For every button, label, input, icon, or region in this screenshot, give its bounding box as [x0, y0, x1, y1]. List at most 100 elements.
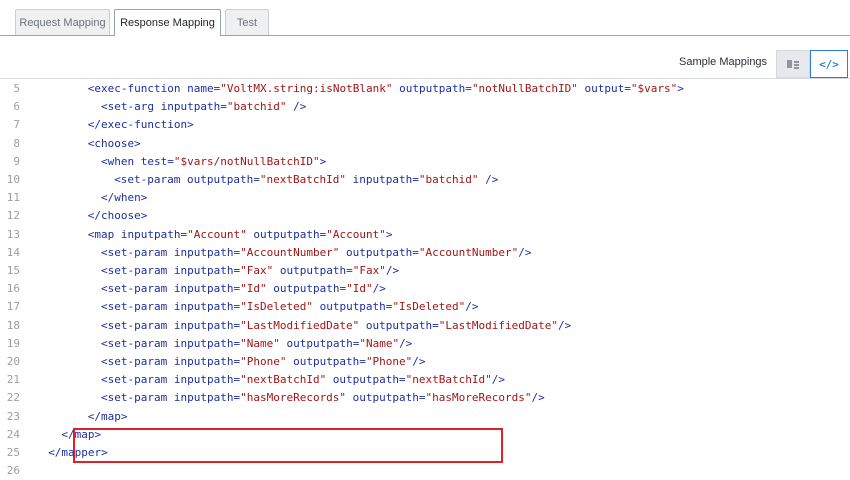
- code-text: </mapper>: [48, 444, 108, 462]
- code-line: 7 </exec-function>: [0, 116, 850, 134]
- code-token: "batchid": [418, 173, 479, 186]
- code-text: <set-param inputpath="nextBatchId" outpu…: [101, 371, 505, 389]
- code-token: outputpath=: [312, 300, 393, 314]
- code-token: "AccountNumber": [240, 245, 340, 259]
- code-token: inputpath=: [120, 227, 188, 241]
- code-token: name=: [187, 82, 221, 95]
- code-text: </choose>: [88, 207, 148, 225]
- code-token: inputpath=: [173, 355, 241, 368]
- code-line: 6 <set-arg inputpath="batchid" />: [0, 98, 850, 116]
- line-number: 14: [6, 245, 20, 259]
- code-token: "Name": [240, 336, 280, 350]
- line-number: 20: [6, 355, 20, 368]
- line-number: 13: [6, 227, 20, 241]
- mapping-tabs: Request Mapping Response Mapping Test: [0, 0, 850, 36]
- code-line: 23 </map>: [0, 408, 850, 426]
- code-line: 18 <set-param inputpath="LastModifiedDate…: [0, 317, 850, 335]
- code-token: <map: [87, 227, 121, 241]
- code-token: "Account": [187, 227, 247, 241]
- code-line: 20 <set-param inputpath="Phone" outputpat…: [0, 353, 850, 371]
- code-token: inputpath=: [173, 300, 241, 314]
- code-token: <set-param: [114, 173, 188, 186]
- code-token: "Phone": [240, 355, 287, 368]
- code-token: "batchid": [226, 100, 287, 114]
- code-text: <set-param inputpath="LastModifiedDate" …: [101, 317, 571, 335]
- tab-request-mapping[interactable]: Request Mapping: [15, 9, 110, 35]
- code-token: />: [385, 264, 400, 277]
- code-token: inputpath=: [346, 173, 419, 186]
- code-token: <set-param: [101, 318, 174, 332]
- code-text: <set-param inputpath="Name" outputpath="…: [101, 335, 412, 353]
- tab-response-mapping[interactable]: Response Mapping: [114, 9, 221, 36]
- tab-test[interactable]: Test: [225, 9, 269, 35]
- code-token: </map>: [87, 409, 128, 423]
- sample-mappings-link[interactable]: Sample Mappings: [679, 56, 767, 68]
- code-token: </choose>: [87, 209, 148, 223]
- code-token: />: [372, 282, 386, 296]
- line-number: 6: [13, 100, 20, 114]
- code-line: 8 <choose>: [0, 135, 850, 153]
- code-text: <set-param inputpath="AccountNumber" out…: [101, 244, 532, 262]
- code-token: "VoltMX.string:isNotBlank": [220, 82, 393, 95]
- code-token: </exec-function>: [87, 118, 194, 132]
- code-token: "notNullBatchID": [471, 82, 578, 95]
- code-token: outputpath=: [279, 336, 360, 350]
- code-token: "Fax": [240, 264, 274, 277]
- code-line: 24 </map>: [0, 426, 850, 444]
- code-text: <set-param inputpath="Phone" outputpath=…: [101, 353, 426, 371]
- code-token: "Account": [326, 227, 386, 241]
- code-token: "Id": [346, 282, 373, 296]
- code-token: "AccountNumber": [418, 245, 519, 259]
- line-number: 18: [6, 318, 20, 332]
- code-line: 12 </choose>: [0, 207, 850, 225]
- code-token: <set-param: [101, 264, 174, 277]
- code-line: 22 <set-param inputpath="hasMoreRecords" …: [0, 389, 850, 407]
- code-text: </map>: [88, 408, 128, 426]
- code-token: />: [491, 373, 506, 387]
- code-token: <set-param: [101, 391, 174, 405]
- code-token: outputpath=: [286, 355, 366, 368]
- line-number: 9: [13, 154, 20, 168]
- list-view-icon: [787, 59, 799, 69]
- code-token: outputpath=: [339, 245, 419, 259]
- code-token: <set-arg: [101, 100, 161, 114]
- code-token: inputpath=: [173, 245, 241, 259]
- code-token: <set-param: [101, 355, 174, 368]
- code-token: "Phone": [365, 355, 413, 368]
- code-text: <choose>: [88, 135, 141, 153]
- code-token: outputpath=: [187, 173, 260, 186]
- code-text: <set-param inputpath="Fax" outputpath="F…: [101, 262, 399, 280]
- code-text: </map>: [61, 426, 101, 444]
- code-token: "LastModifiedDate": [240, 318, 360, 332]
- code-token: outputpath=: [266, 282, 347, 296]
- code-text: <map inputpath="Account" outputpath="Acc…: [88, 226, 393, 244]
- code-token: />: [478, 173, 499, 186]
- code-token: inputpath=: [160, 100, 227, 114]
- code-token: "IsDeleted": [240, 300, 313, 314]
- list-view-button[interactable]: [776, 50, 810, 78]
- code-token: "nextBatchId": [259, 173, 346, 186]
- code-token: "Fax": [352, 264, 386, 277]
- code-token: "LastModifiedDate": [438, 318, 559, 332]
- line-number: 11: [6, 191, 20, 205]
- code-token: <set-param: [101, 245, 174, 259]
- code-token: <set-param: [101, 300, 174, 314]
- code-token: </map>: [61, 427, 102, 441]
- code-line: 10 <set-param outputpath="nextBatchId" in…: [0, 171, 850, 189]
- code-line: 26: [0, 462, 850, 480]
- code-token: "hasMoreRecords": [240, 391, 347, 405]
- code-token: <set-param: [101, 373, 174, 387]
- line-number: 26: [6, 464, 20, 478]
- code-token: inputpath=: [173, 373, 241, 387]
- code-editor[interactable]: 5 <exec-function name="VoltMX.string:isNo…: [0, 78, 850, 477]
- code-token: inputpath=: [173, 264, 241, 277]
- code-text: </when>: [101, 189, 147, 207]
- code-token: output=: [577, 82, 631, 95]
- line-number: 5: [13, 82, 20, 95]
- line-number: 17: [6, 300, 20, 314]
- code-token: />: [558, 318, 572, 332]
- code-token: />: [412, 355, 426, 368]
- code-view-button[interactable]: </>: [810, 50, 848, 78]
- code-token: />: [531, 391, 545, 405]
- code-token: outputpath=: [273, 264, 353, 277]
